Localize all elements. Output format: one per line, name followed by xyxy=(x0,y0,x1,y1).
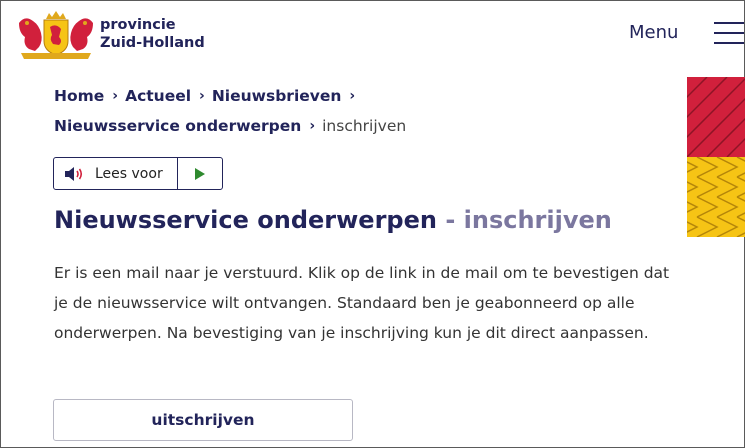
breadcrumb-item-home[interactable]: Home xyxy=(54,87,104,105)
breadcrumb-item-nieuwsbrieven[interactable]: Nieuwsbrieven xyxy=(212,87,342,105)
chevron-right-icon: › xyxy=(309,118,316,134)
coat-of-arms-icon xyxy=(19,11,93,59)
province-logo[interactable] xyxy=(15,11,97,61)
confirmation-message: Er is een mail naar je verstuurd. Klik o… xyxy=(54,264,670,342)
page-title-main: Nieuwsservice onderwerpen xyxy=(54,206,437,234)
chevron-right-icon: › xyxy=(199,88,205,104)
breadcrumb-item-actueel[interactable]: Actueel xyxy=(125,87,191,105)
read-aloud-widget: Lees voor xyxy=(53,157,223,190)
breadcrumb-current: inschrijven xyxy=(322,117,407,135)
decorative-red-stripes xyxy=(687,77,745,157)
breadcrumb-line-2: Nieuwsservice onderwerpen › inschrijven xyxy=(54,117,406,135)
play-icon xyxy=(195,167,205,180)
brand-name[interactable]: provincie Zuid-Holland xyxy=(100,16,205,52)
breadcrumb: Home › Actueel › Nieuwsbrieven › xyxy=(54,87,362,105)
brand-line-1: provincie xyxy=(100,17,176,33)
chevron-right-icon: › xyxy=(112,88,119,104)
page-title-suffix: - inschrijven xyxy=(445,206,612,234)
brand-line-2: Zuid-Holland xyxy=(100,35,205,51)
read-aloud-button[interactable]: Lees voor xyxy=(54,158,178,189)
read-aloud-play-button[interactable] xyxy=(178,158,222,189)
unsubscribe-button[interactable]: uitschrijven xyxy=(53,399,353,441)
breadcrumb-item-nieuwsservice[interactable]: Nieuwsservice onderwerpen xyxy=(54,117,301,135)
chevron-right-icon: › xyxy=(349,88,356,104)
page-title: Nieuwsservice onderwerpen - inschrijven xyxy=(54,206,612,234)
speaker-icon xyxy=(65,166,83,181)
decorative-yellow-chevrons xyxy=(687,157,745,237)
menu-button-label[interactable]: Menu xyxy=(629,22,678,43)
read-aloud-label: Lees voor xyxy=(95,165,163,182)
hamburger-menu-icon[interactable] xyxy=(714,20,744,46)
